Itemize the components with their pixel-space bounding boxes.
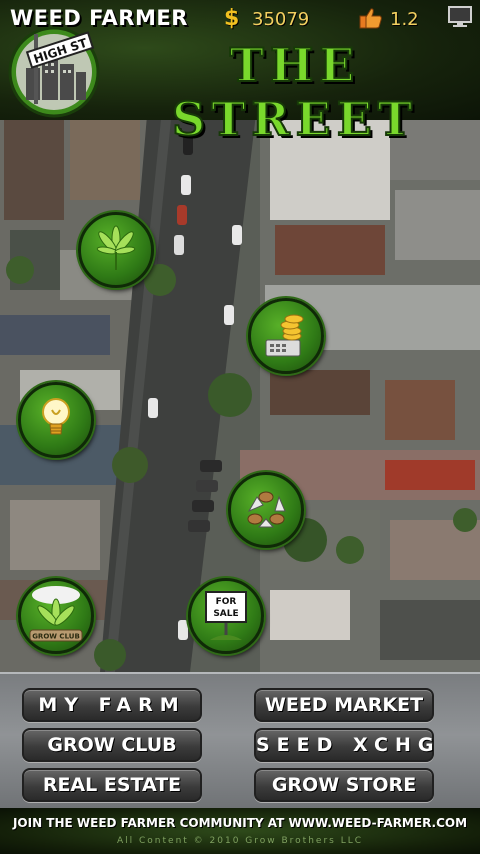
svg-text:SALE: SALE <box>213 609 238 619</box>
tips-map-button[interactable] <box>18 382 94 458</box>
grow-store-button[interactable]: GROW STORE <box>254 768 434 802</box>
screen-title: THE STREET <box>171 37 419 147</box>
rating-value: 1.2 <box>390 9 419 30</box>
dollar-icon: $ <box>224 6 240 31</box>
svg-text:FOR: FOR <box>216 597 237 607</box>
community-link[interactable]: JOIN THE WEED FARMER COMMUNITY AT WWW.WE… <box>0 816 480 830</box>
market-map-button[interactable] <box>248 298 324 374</box>
seed-exchange-button[interactable]: SEED XCHG <box>254 728 434 762</box>
real-estate-map-button[interactable]: FOR SALE <box>188 578 264 654</box>
thumbs-up-icon <box>358 6 384 34</box>
copyright-text: All Content © 2010 Grow Brothers LLC <box>116 836 364 846</box>
weed-market-button[interactable]: WEED MARKET <box>254 688 434 722</box>
game-screen: GROW CLUB FOR SALE WEED FARMER $ 35079 1… <box>0 0 480 854</box>
seed-exchange-map-button[interactable] <box>228 472 304 548</box>
header-bar: WEED FARMER $ 35079 1.2 HIGH ST THE STRE… <box>0 0 480 147</box>
street-sign-logo: HIGH ST <box>4 20 104 124</box>
footer-bar: JOIN THE WEED FARMER COMMUNITY AT WWW.WE… <box>0 808 480 854</box>
my-farm-button[interactable]: MY FARM <box>22 688 202 722</box>
grow-club-icon: GROW CLUB <box>29 586 83 642</box>
grow-club-icon-label: GROW CLUB <box>32 633 80 641</box>
lightbulb-icon <box>42 398 70 435</box>
monitor-icon[interactable] <box>448 6 472 32</box>
menu-panel: MY FARM WEED MARKET GROW CLUB SEED XCHG … <box>0 672 480 810</box>
real-estate-button[interactable]: REAL ESTATE <box>22 768 202 802</box>
weed-leaf-icon <box>96 225 136 270</box>
seeds-recycle-icon <box>247 491 286 528</box>
grow-club-button[interactable]: GROW CLUB <box>22 728 202 762</box>
for-sale-sign-icon: FOR SALE <box>205 591 247 640</box>
coins-scale-icon <box>265 314 304 357</box>
farm-map-button[interactable] <box>78 212 154 288</box>
grow-club-map-button[interactable]: GROW CLUB <box>18 578 94 654</box>
cash-amount: 35079 <box>252 9 310 30</box>
street-map: GROW CLUB FOR SALE <box>0 80 480 672</box>
